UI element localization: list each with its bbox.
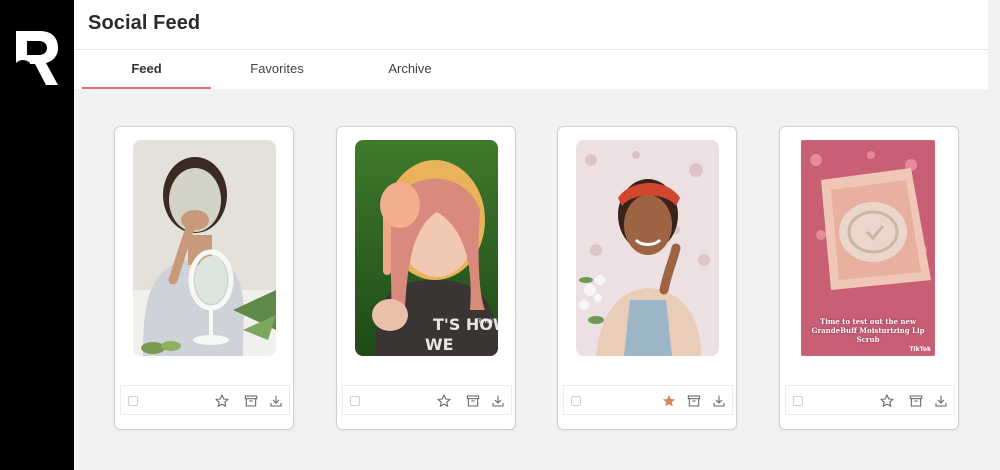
main-area: Social Feed Feed Favorites Archive T'S H…	[74, 0, 1000, 470]
post-card[interactable]: Time to test out the new GrandeBuff Mois…	[779, 126, 959, 430]
page-title: Social Feed	[88, 12, 201, 34]
post-image[interactable]: T'S HOW WE TikTok	[355, 140, 498, 356]
post-card[interactable]	[557, 126, 737, 430]
star-icon[interactable]	[436, 393, 452, 409]
download-icon[interactable]	[933, 393, 949, 409]
feed-grid: T'S HOW WE TikTok	[74, 89, 1000, 470]
platform-label: TikTok	[909, 346, 931, 353]
sidebar	[0, 0, 74, 470]
select-checkbox[interactable]	[350, 396, 360, 406]
star-icon[interactable]	[879, 393, 895, 409]
tab-archive[interactable]: Archive	[343, 50, 477, 89]
svg-text:WE: WE	[425, 335, 454, 354]
tab-favorites[interactable]: Favorites	[211, 50, 343, 89]
archive-icon[interactable]	[243, 393, 259, 409]
select-checkbox[interactable]	[128, 396, 138, 406]
download-icon[interactable]	[268, 393, 284, 409]
post-actions	[563, 385, 733, 415]
page-header: Social Feed	[74, 0, 988, 50]
star-icon[interactable]	[214, 393, 230, 409]
post-actions	[120, 385, 290, 415]
post-card[interactable]	[114, 126, 294, 430]
platform-label: TikTok	[474, 318, 494, 325]
select-checkbox[interactable]	[571, 396, 581, 406]
post-image[interactable]	[576, 140, 719, 356]
post-image[interactable]	[133, 140, 276, 356]
archive-icon[interactable]	[465, 393, 481, 409]
archive-icon[interactable]	[908, 393, 924, 409]
star-filled-icon[interactable]	[661, 393, 677, 409]
post-caption: Time to test out the new GrandeBuff Mois…	[811, 317, 925, 344]
download-icon[interactable]	[490, 393, 506, 409]
tab-feed[interactable]: Feed	[82, 50, 211, 89]
download-icon[interactable]	[711, 393, 727, 409]
archive-icon[interactable]	[686, 393, 702, 409]
post-actions	[342, 385, 512, 415]
select-checkbox[interactable]	[793, 396, 803, 406]
brand-logo[interactable]	[14, 29, 60, 87]
post-actions	[785, 385, 955, 415]
post-image[interactable]: Time to test out the new GrandeBuff Mois…	[801, 140, 935, 356]
post-card[interactable]: T'S HOW WE TikTok	[336, 126, 516, 430]
tab-bar: Feed Favorites Archive	[74, 50, 988, 89]
